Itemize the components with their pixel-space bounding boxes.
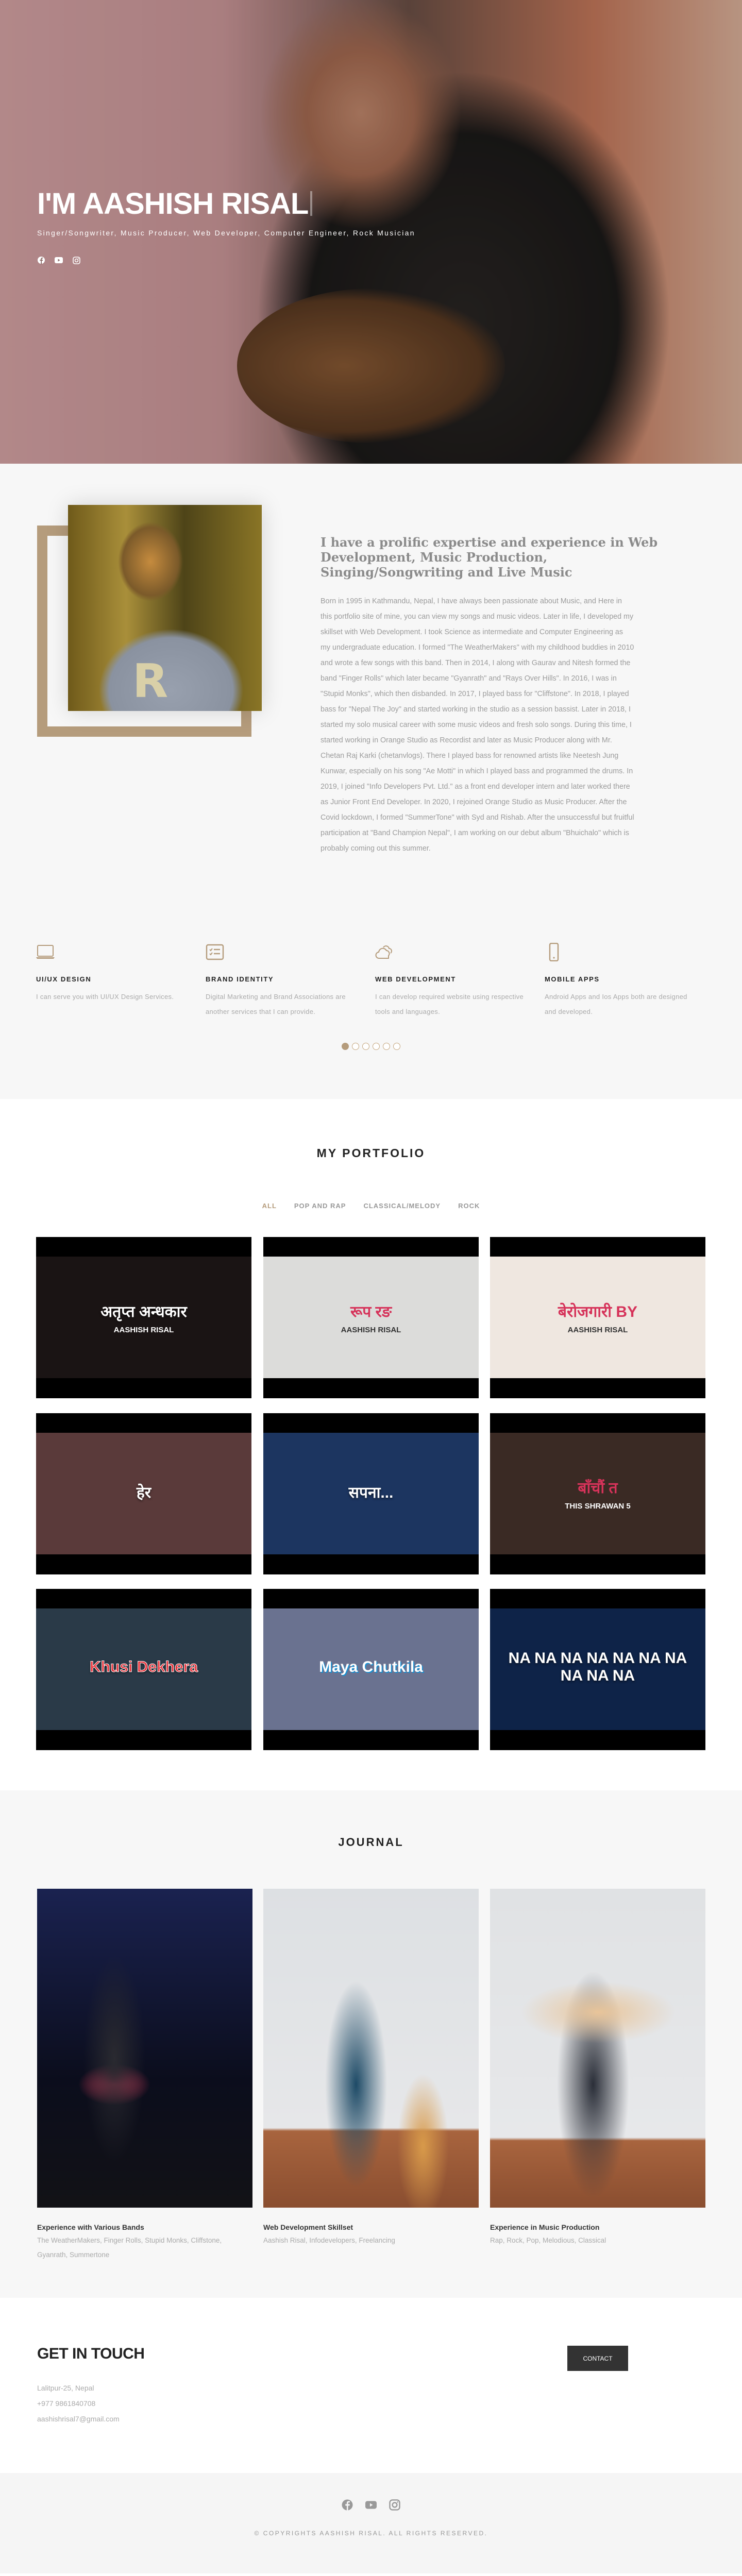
- contact-title: GET IN TOUCH: [37, 2345, 145, 2362]
- journal-item: Web Development Skillset Aashish Risal, I…: [263, 2223, 395, 2244]
- footer-social-links: [0, 2499, 742, 2514]
- portfolio-item-artist: AASHISH RISAL: [567, 1326, 628, 1334]
- portfolio-thumbnail: NA NA NA NA NA NA NA NA NA NA: [490, 1608, 705, 1730]
- checklist-icon: [206, 944, 224, 960]
- contact-address: Lalitpur-25, Nepal: [37, 2384, 94, 2392]
- slider-dot[interactable]: [373, 1043, 380, 1050]
- contact-button[interactable]: CONTACT: [567, 2346, 628, 2371]
- portfolio-filters: ALL POP AND RAP CLASSICAL/MELODY ROCK: [0, 1202, 742, 1210]
- portfolio-item-title: हेर: [136, 1484, 151, 1501]
- portfolio-item-artist: AASHISH RISAL: [113, 1326, 174, 1334]
- portfolio-thumbnail: Maya Chutkila: [263, 1608, 479, 1730]
- contact-email[interactable]: aashishrisal7@gmail.com: [37, 2411, 120, 2427]
- portfolio-item-title: सपना...: [348, 1484, 394, 1501]
- filter-classical-melody[interactable]: CLASSICAL/MELODY: [363, 1202, 441, 1210]
- portfolio-thumbnail: Khusi Dekhera: [36, 1608, 251, 1730]
- copyright: © COPYRIGHTS AASHISH RISAL. ALL RIGHTS R…: [254, 2530, 488, 2537]
- portfolio-item[interactable]: सपना...: [263, 1413, 479, 1574]
- about-heading: I have a prolific expertise and experien…: [321, 535, 658, 580]
- journal-image-bands[interactable]: [37, 1889, 252, 2208]
- about-section: R I have a prolific expertise and experi…: [0, 464, 742, 1099]
- portfolio-thumbnail: अतृप्त अन्धकार AASHISH RISAL: [36, 1257, 251, 1378]
- hero-section: I'M AASHISH RISAL Singer/Songwriter, Mus…: [0, 0, 742, 464]
- portfolio-item[interactable]: हेर: [36, 1413, 251, 1574]
- journal-item: Experience in Music Production Rap, Rock,…: [490, 2223, 606, 2244]
- slider-dot[interactable]: [352, 1043, 359, 1050]
- instagram-icon[interactable]: [72, 256, 80, 265]
- youtube-icon[interactable]: [55, 256, 63, 265]
- about-bio: Born in 1995 in Kathmandu, Nepal, I have…: [321, 597, 634, 853]
- portfolio-item-title: अतृप्त अन्धकार: [100, 1303, 187, 1320]
- mobile-icon: [549, 942, 559, 962]
- portfolio-item[interactable]: बेरोजगारी BY AASHISH RISAL: [490, 1237, 705, 1398]
- instagram-icon[interactable]: [389, 2499, 400, 2514]
- hero-subtitle: Singer/Songwriter, Music Producer, Web D…: [37, 229, 415, 237]
- portfolio-item-title: रूप रङ: [350, 1303, 392, 1320]
- portfolio-item[interactable]: Maya Chutkila: [263, 1589, 479, 1750]
- services-slider-dots: [342, 1043, 400, 1050]
- slider-dot[interactable]: [393, 1043, 400, 1050]
- cloud-icon: [375, 945, 392, 959]
- journal-image-web[interactable]: [263, 1889, 479, 2208]
- portfolio-item-title: Maya Chutkila: [319, 1658, 423, 1675]
- portfolio-section: MY PORTFOLIO ALL POP AND RAP CLASSICAL/M…: [0, 1099, 742, 1790]
- portfolio-title: MY PORTFOLIO: [316, 1146, 426, 1160]
- filter-all[interactable]: ALL: [262, 1202, 277, 1210]
- contact-section: GET IN TOUCH CONTACT Lalitpur-25, Nepal …: [0, 2298, 742, 2473]
- portfolio-item-artist: AASHISH RISAL: [341, 1326, 401, 1334]
- laptop-icon: [36, 945, 55, 959]
- portfolio-item[interactable]: रूप रङ AASHISH RISAL: [263, 1237, 479, 1398]
- hero-title: I'M AASHISH RISAL: [37, 187, 313, 221]
- portfolio-thumbnail: रूप रङ AASHISH RISAL: [263, 1257, 479, 1378]
- portfolio-thumbnail: बेरोजगारी BY AASHISH RISAL: [490, 1257, 705, 1378]
- portfolio-item-artist: THIS SHRAWAN 5: [565, 1502, 631, 1511]
- journal-section: JOURNAL Experience with Various Bands The…: [0, 1790, 742, 2298]
- portfolio-item[interactable]: बाँचौं त THIS SHRAWAN 5: [490, 1413, 705, 1574]
- profile-photo: R: [68, 505, 262, 711]
- contact-info: Lalitpur-25, Nepal +977 9861840708 aashi…: [37, 2380, 120, 2427]
- journal-title: JOURNAL: [338, 1836, 404, 1849]
- slider-dot[interactable]: [383, 1043, 390, 1050]
- journal-item: Experience with Various Bands The Weather…: [37, 2223, 222, 2259]
- portfolio-thumbnail: सपना...: [263, 1433, 479, 1554]
- portfolio-thumbnail: हेर: [36, 1433, 251, 1554]
- service-mobile-apps: MOBILE APPS Android Apps and Ios Apps bot…: [545, 942, 699, 1019]
- contact-phone[interactable]: +977 9861840708: [37, 2396, 120, 2411]
- service-ui-ux: UI/UX DESIGN I can serve you with UI/UX D…: [36, 943, 191, 1004]
- service-web-development: WEB DEVELOPMENT I can develop required we…: [375, 943, 530, 1019]
- journal-image-production[interactable]: [490, 1889, 705, 2208]
- hero-social-links: [37, 256, 80, 265]
- slider-dot[interactable]: [342, 1043, 349, 1050]
- typing-cursor: [310, 191, 313, 216]
- filter-rock[interactable]: ROCK: [458, 1202, 480, 1210]
- portfolio-item[interactable]: Khusi Dekhera: [36, 1589, 251, 1750]
- facebook-icon[interactable]: [342, 2499, 353, 2514]
- portfolio-thumbnail: बाँचौं त THIS SHRAWAN 5: [490, 1433, 705, 1554]
- portfolio-item[interactable]: NA NA NA NA NA NA NA NA NA NA: [490, 1589, 705, 1750]
- service-brand-identity: BRAND IDENTITY Digital Marketing and Bran…: [206, 943, 360, 1019]
- slider-dot[interactable]: [362, 1043, 369, 1050]
- youtube-icon[interactable]: [365, 2499, 377, 2514]
- filter-pop-and-rap[interactable]: POP AND RAP: [294, 1202, 346, 1210]
- footer: © COPYRIGHTS AASHISH RISAL. ALL RIGHTS R…: [0, 2473, 742, 2573]
- facebook-icon[interactable]: [37, 256, 45, 265]
- portfolio-item-title: बाँचौं त: [578, 1480, 618, 1497]
- portfolio-item-title: NA NA NA NA NA NA NA NA NA NA: [508, 1650, 687, 1684]
- portfolio-item-title: बेरोजगारी BY: [558, 1303, 638, 1320]
- portfolio-item-title: Khusi Dekhera: [89, 1658, 198, 1676]
- portfolio-item[interactable]: अतृप्त अन्धकार AASHISH RISAL: [36, 1237, 251, 1398]
